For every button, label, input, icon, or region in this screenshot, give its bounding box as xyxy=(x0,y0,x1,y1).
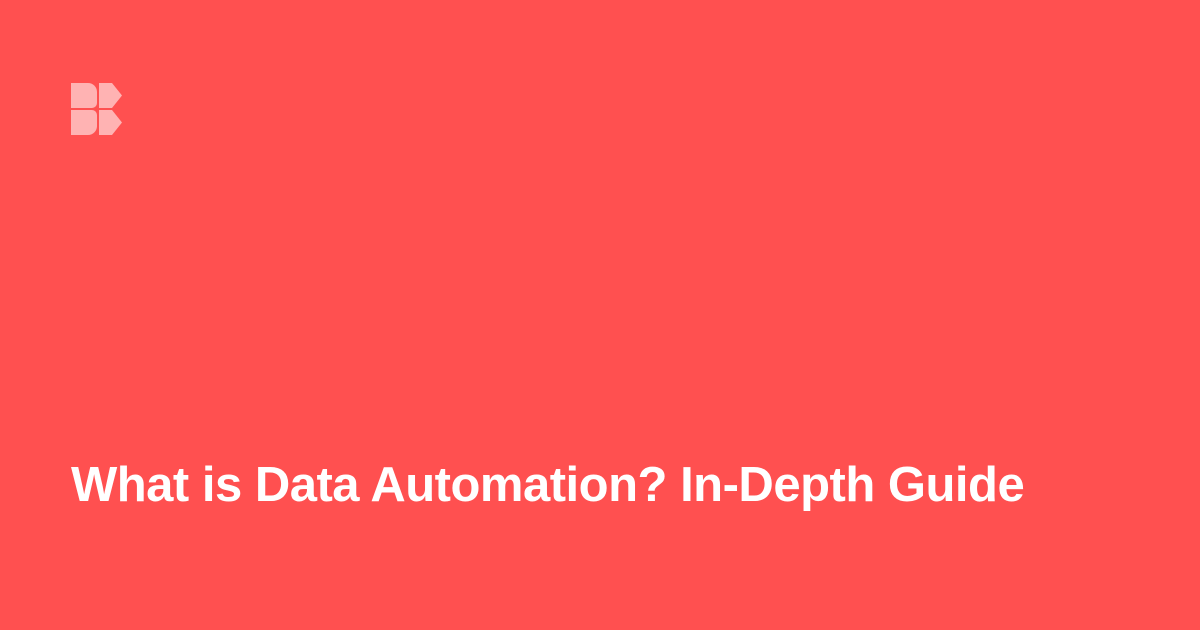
brand-logo-icon xyxy=(71,83,123,135)
page-title: What is Data Automation? In-Depth Guide xyxy=(71,458,1025,512)
og-card: What is Data Automation? In-Depth Guide xyxy=(0,0,1200,630)
